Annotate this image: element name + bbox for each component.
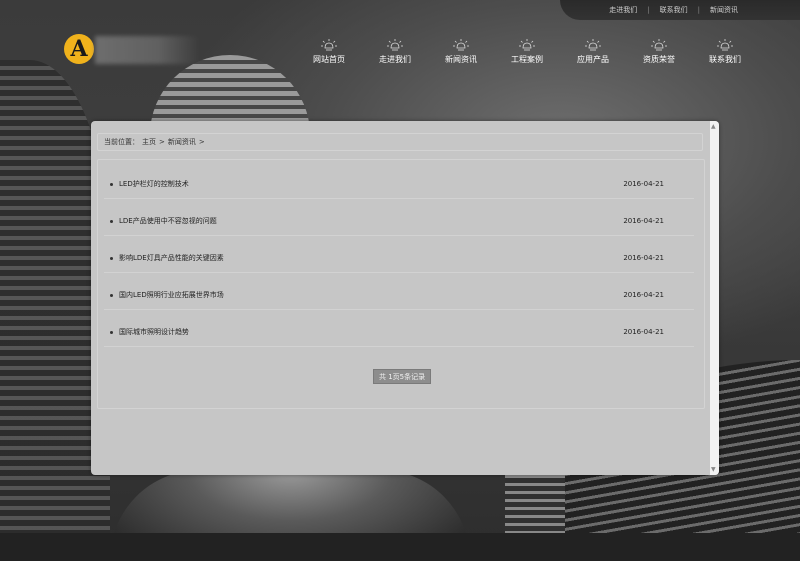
- top-link-contact[interactable]: 联系我们: [660, 5, 688, 15]
- pagination-info: 共 1页5条记录: [373, 369, 432, 384]
- news-list-item[interactable]: 国际城市照明设计趋势 2016-04-21: [104, 318, 694, 347]
- light-bulb-icon: [518, 38, 536, 52]
- top-link-separator: |: [697, 6, 700, 14]
- news-title[interactable]: 影响LDE灯具产品性能的关键因素: [119, 253, 623, 263]
- light-bulb-icon: [452, 38, 470, 52]
- nav-item-home[interactable]: 网站首页: [296, 38, 362, 65]
- top-link-about[interactable]: 走进我们: [609, 5, 637, 15]
- light-bulb-icon: [320, 38, 338, 52]
- top-link-news[interactable]: 新闻资讯: [710, 5, 738, 15]
- news-list-item[interactable]: LDE产品使用中不容忽视的问题 2016-04-21: [104, 207, 694, 236]
- news-date: 2016-04-21: [623, 254, 664, 262]
- news-list-item[interactable]: 影响LDE灯具产品性能的关键因素 2016-04-21: [104, 244, 694, 273]
- light-bulb-icon: [386, 38, 404, 52]
- bullet-icon: [110, 256, 113, 260]
- news-list-item[interactable]: 国内LED照明行业应拓展世界市场 2016-04-21: [104, 281, 694, 310]
- nav-item-cases[interactable]: 工程案例: [494, 38, 560, 65]
- breadcrumb-link-news[interactable]: 新闻资讯: [168, 137, 196, 147]
- news-list-item[interactable]: LED护栏灯的控制技术 2016-04-21: [104, 170, 694, 199]
- nav-label: 资质荣誉: [643, 55, 675, 64]
- nav-item-honors[interactable]: 资质荣誉: [626, 38, 692, 65]
- nav-label: 网站首页: [313, 55, 345, 64]
- breadcrumb-separator: >: [159, 138, 165, 146]
- bullet-icon: [110, 330, 113, 334]
- news-title[interactable]: LDE产品使用中不容忽视的问题: [119, 216, 623, 226]
- nav-label: 联系我们: [709, 55, 741, 64]
- arrow-up-icon[interactable]: ▲: [711, 123, 716, 130]
- nav-label: 新闻资讯: [445, 55, 477, 64]
- news-date: 2016-04-21: [623, 291, 664, 299]
- bullet-icon: [110, 182, 113, 186]
- building-decoration-center: [505, 470, 565, 540]
- breadcrumb-separator: >: [198, 138, 205, 146]
- light-bulb-icon: [584, 38, 602, 52]
- site-logo[interactable]: A: [64, 34, 94, 64]
- logo-letter: A: [70, 36, 88, 62]
- light-bulb-icon: [716, 38, 734, 52]
- content-panel: 当前位置： 主页 > 新闻资讯 > LED护栏灯的控制技术 2016-04-21…: [91, 121, 719, 475]
- news-date: 2016-04-21: [623, 180, 664, 188]
- nav-label: 工程案例: [511, 55, 543, 64]
- breadcrumb: 当前位置： 主页 > 新闻资讯 >: [97, 133, 703, 151]
- light-bulb-icon: [650, 38, 668, 52]
- nav-item-news[interactable]: 新闻资讯: [428, 38, 494, 65]
- main-nav: 网站首页 走进我们 新闻资讯 工程案例 应用产品 资质荣誉 联系我们: [296, 38, 758, 65]
- news-list: LED护栏灯的控制技术 2016-04-21 LDE产品使用中不容忽视的问题 2…: [97, 159, 705, 409]
- news-title[interactable]: 国内LED照明行业应拓展世界市场: [119, 290, 623, 300]
- top-links: 走进我们 | 联系我们 | 新闻资讯: [560, 0, 800, 20]
- bullet-icon: [110, 293, 113, 297]
- bullet-icon: [110, 219, 113, 223]
- news-title[interactable]: 国际城市照明设计趋势: [119, 327, 623, 337]
- arrow-down-icon[interactable]: ▼: [711, 466, 716, 473]
- breadcrumb-prefix: 当前位置：: [104, 138, 139, 146]
- news-title[interactable]: LED护栏灯的控制技术: [119, 179, 623, 189]
- news-date: 2016-04-21: [623, 328, 664, 336]
- news-date: 2016-04-21: [623, 217, 664, 225]
- nav-item-contact[interactable]: 联系我们: [692, 38, 758, 65]
- vertical-scrollbar[interactable]: ▲ ▼: [710, 121, 719, 475]
- nav-label: 应用产品: [577, 55, 609, 64]
- footer-bar: [0, 533, 800, 561]
- nav-label: 走进我们: [379, 55, 411, 64]
- logo-text-blurred: [95, 36, 200, 64]
- top-link-separator: |: [647, 6, 650, 14]
- nav-item-about[interactable]: 走进我们: [362, 38, 428, 65]
- nav-item-products[interactable]: 应用产品: [560, 38, 626, 65]
- breadcrumb-link-home[interactable]: 主页: [142, 137, 156, 147]
